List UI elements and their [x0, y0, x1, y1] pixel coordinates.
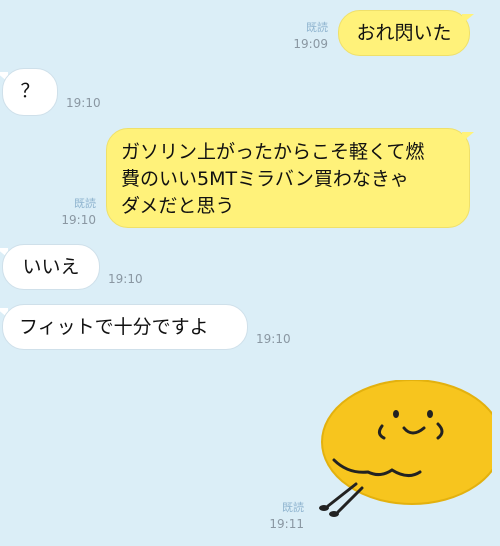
- message-meta: 既読 19:10: [38, 196, 96, 228]
- message-text: ？: [20, 80, 40, 102]
- message-meta: 既読 19:11: [244, 500, 304, 532]
- read-receipt: 既読: [282, 501, 304, 514]
- bubble-tail: [462, 14, 474, 24]
- message-time: 19:09: [293, 37, 328, 51]
- sticker-left-eye: [393, 410, 399, 418]
- message-text-line: ガソリン上がったからこそ軽くて燃: [121, 141, 425, 163]
- outgoing-message-bubble[interactable]: おれ閃いた: [338, 10, 470, 56]
- bubble-tail: [462, 132, 474, 142]
- message-time: 19:11: [269, 517, 304, 531]
- message-time: 19:10: [108, 272, 143, 286]
- read-receipt: 既読: [306, 21, 328, 34]
- incoming-message-bubble[interactable]: いいえ: [2, 244, 100, 290]
- message-text-line: 費のいい5MTミラバン買わなきゃ: [121, 168, 409, 190]
- message-text: フィットで十分ですよ: [19, 316, 209, 338]
- sticker-graphic: [319, 379, 500, 517]
- message-meta: 既読 19:09: [270, 20, 328, 52]
- message-time: 19:10: [61, 213, 96, 227]
- sticker-right-eye: [427, 410, 433, 418]
- smiling-face-sticker-icon[interactable]: [312, 379, 500, 530]
- message-time: 19:10: [256, 332, 291, 346]
- message-time: 19:10: [66, 96, 101, 110]
- message-text: いいえ: [22, 256, 80, 278]
- message-text: おれ閃いた: [356, 22, 452, 44]
- read-receipt: 既読: [74, 197, 96, 210]
- sticker-face: [321, 379, 500, 505]
- outgoing-message-bubble[interactable]: ガソリン上がったからこそ軽くて燃 費のいい5MTミラバン買わなきゃ ダメだと思う: [106, 128, 470, 228]
- incoming-message-bubble[interactable]: ？: [2, 68, 58, 116]
- chat-area: 既読 19:09 おれ閃いた ？ 19:10 既読 19:10 ガソリン上がった…: [0, 0, 500, 546]
- message-text-line: ダメだと思う: [121, 195, 235, 217]
- incoming-message-bubble[interactable]: フィットで十分ですよ: [2, 304, 248, 350]
